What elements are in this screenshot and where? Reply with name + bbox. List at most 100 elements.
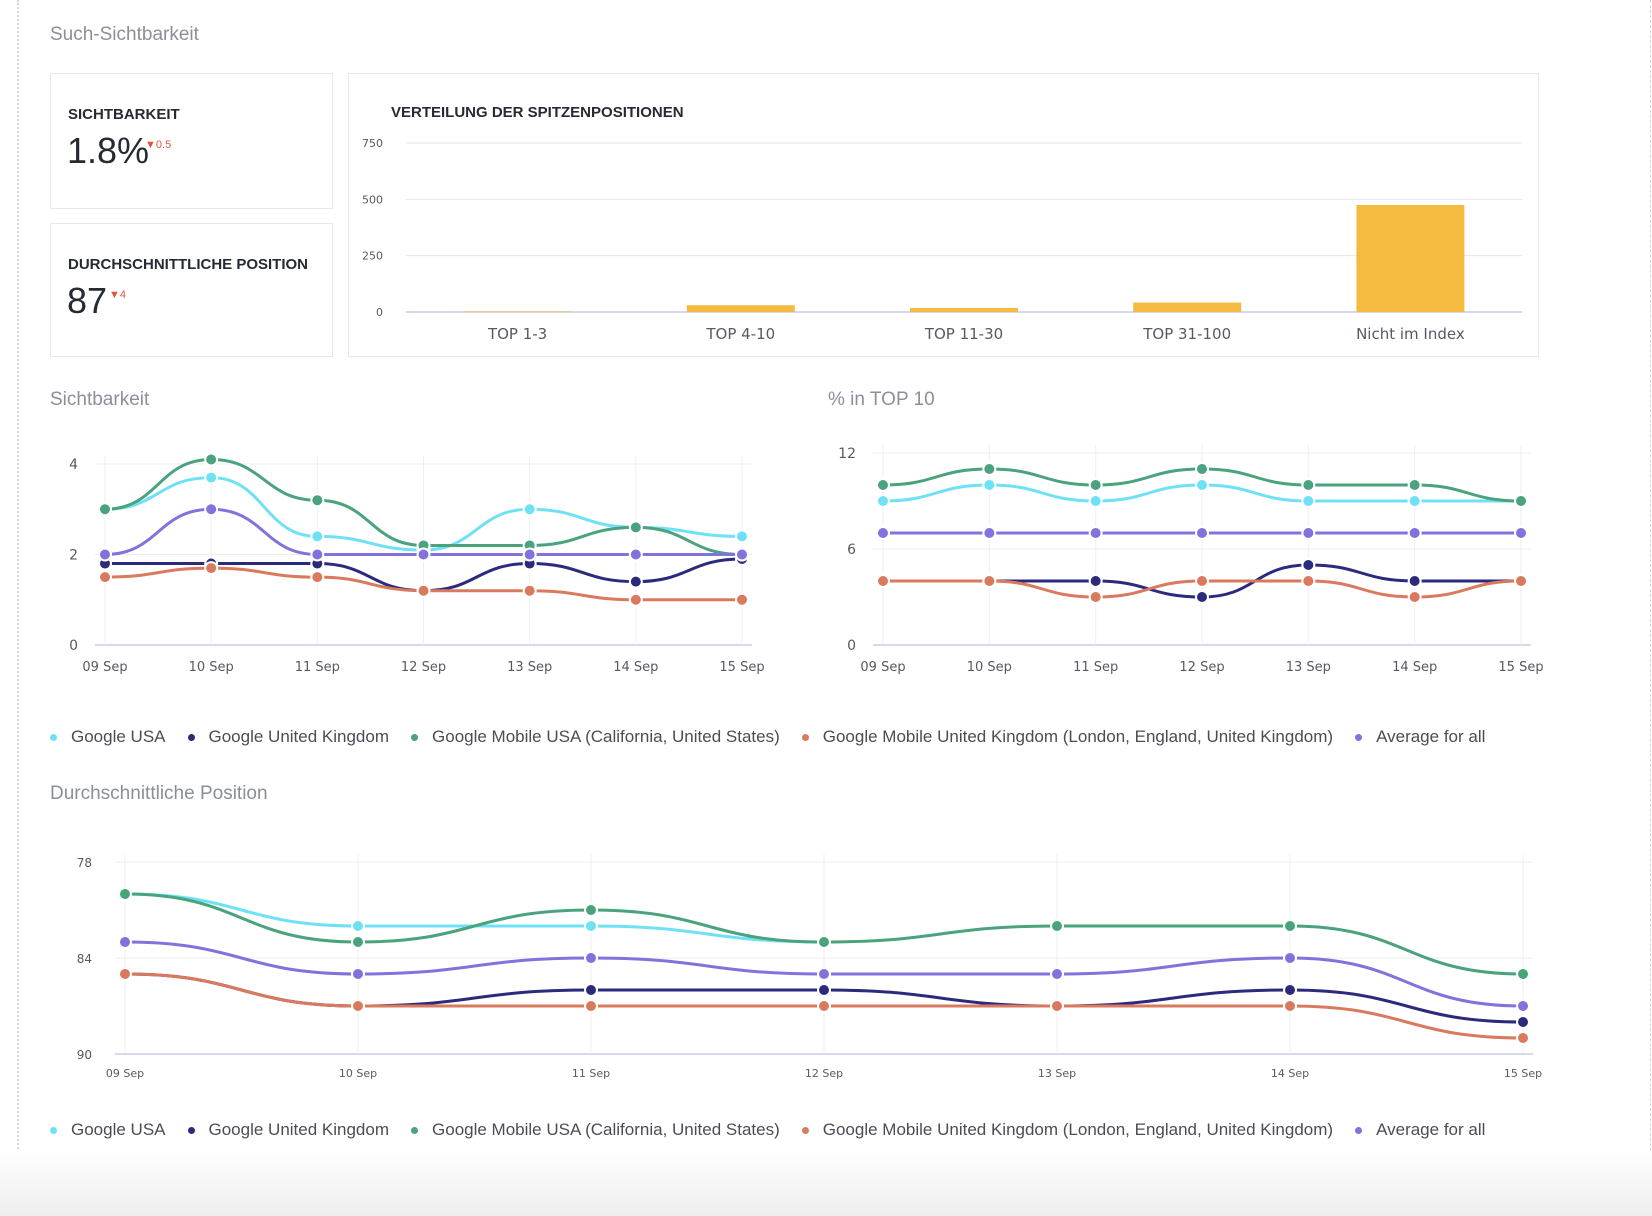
data-point — [735, 529, 749, 544]
data-point — [1195, 590, 1209, 604]
y-tick-label: 750 — [362, 137, 383, 150]
legend-item[interactable]: Google USA — [50, 1120, 166, 1140]
data-point — [1050, 919, 1064, 933]
data-point — [1088, 590, 1103, 604]
y-tick-label: 0 — [69, 638, 78, 654]
legend-item[interactable]: Google USA — [50, 727, 166, 747]
legend-dot — [1355, 1126, 1363, 1134]
x-tick-label: 13 Sep — [507, 660, 552, 675]
x-tick-label: 09 Sep — [82, 660, 127, 675]
y-tick-label: 250 — [362, 250, 383, 263]
x-tick-label: 09 Sep — [106, 1067, 144, 1080]
data-point — [1516, 967, 1530, 981]
data-point — [1301, 558, 1316, 572]
data-point — [1283, 999, 1297, 1013]
legend-bottom: Google USA Google United Kingdom Google … — [50, 1120, 1507, 1140]
x-tick-label: 11 Sep — [295, 660, 340, 675]
legend-dot — [187, 733, 195, 741]
data-point — [351, 919, 365, 933]
data-point — [351, 999, 365, 1013]
y-tick-label: 84 — [77, 952, 92, 966]
legend-item[interactable]: Google United Kingdom — [187, 727, 389, 747]
data-point — [1088, 526, 1103, 540]
data-point — [1088, 478, 1103, 492]
data-point — [1050, 999, 1064, 1013]
legend-dot — [411, 1126, 419, 1134]
data-point — [1195, 478, 1209, 492]
data-point — [628, 574, 643, 589]
x-tick-label: 14 Sep — [1271, 1067, 1309, 1080]
data-point — [118, 967, 132, 981]
y-tick-label: 0 — [847, 638, 856, 654]
data-point — [118, 887, 132, 901]
data-point — [982, 526, 997, 540]
data-point — [98, 547, 112, 562]
data-point — [1301, 494, 1316, 508]
bar — [463, 311, 572, 313]
data-point — [351, 935, 365, 949]
x-tick-label: TOP 1-3 — [487, 325, 547, 343]
legend-item[interactable]: Google Mobile United Kingdom (London, En… — [801, 727, 1333, 747]
x-tick-label: 09 Sep — [860, 660, 905, 675]
distribution-bar-chart: 0 250 500 750 TOP 1-3 TOP 4-10 TOP 11-30 TOP 31… — [69, 137, 1544, 1080]
data-point — [584, 983, 598, 997]
data-point — [204, 502, 219, 517]
x-tick-label: 11 Sep — [572, 1067, 610, 1080]
data-point — [1088, 574, 1103, 588]
legend-dot — [1355, 733, 1363, 741]
data-point — [817, 999, 831, 1013]
x-tick-label: TOP 31-100 — [1142, 325, 1231, 343]
data-point — [1514, 574, 1528, 588]
legend-item[interactable]: Google Mobile USA (California, United St… — [411, 1120, 780, 1140]
y-tick-label: 6 — [847, 542, 856, 558]
x-tick-label: 14 Sep — [613, 660, 658, 675]
data-point — [1516, 1015, 1530, 1029]
data-point — [1407, 494, 1422, 508]
x-tick-label: 13 Sep — [1038, 1067, 1076, 1080]
data-point — [351, 967, 365, 981]
legend-item[interactable]: Google Mobile United Kingdom (London, En… — [801, 1120, 1333, 1140]
data-point — [982, 462, 997, 476]
data-point — [584, 951, 598, 965]
y-tick-label: 90 — [77, 1048, 92, 1062]
x-tick-label: 10 Sep — [967, 660, 1012, 675]
data-point — [584, 999, 598, 1013]
bar — [910, 307, 1018, 312]
data-point — [1301, 478, 1316, 492]
data-point — [98, 502, 112, 517]
data-point — [1301, 574, 1316, 588]
legend-dot — [187, 1126, 195, 1134]
bar — [1133, 302, 1242, 312]
data-point — [1050, 967, 1064, 981]
data-point — [817, 967, 831, 981]
data-point — [522, 547, 537, 562]
data-point — [817, 983, 831, 997]
y-tick-label: 12 — [838, 446, 856, 462]
data-point — [1283, 951, 1297, 965]
data-point — [584, 903, 598, 917]
bar — [686, 305, 795, 312]
x-tick-label: 10 Sep — [339, 1067, 377, 1080]
data-point — [876, 494, 890, 508]
data-point — [735, 547, 749, 562]
data-point — [310, 493, 325, 508]
x-tick-label: Nicht im Index — [1356, 325, 1465, 343]
legend-item[interactable]: Google United Kingdom — [187, 1120, 389, 1140]
data-point — [1407, 478, 1422, 492]
top10-chart-title: % in TOP 10 — [828, 389, 935, 410]
data-point — [1195, 574, 1209, 588]
x-tick-label: 13 Sep — [1286, 660, 1331, 675]
data-point — [310, 529, 325, 544]
data-point — [1514, 494, 1528, 508]
legend-item[interactable]: Google Mobile USA (California, United St… — [411, 727, 780, 747]
legend-item[interactable]: Average for all — [1355, 1120, 1485, 1140]
data-point — [522, 502, 537, 517]
data-point — [1283, 983, 1297, 997]
x-tick-label: 12 Sep — [805, 1067, 843, 1080]
legend-item[interactable]: Average for all — [1355, 727, 1485, 747]
data-point — [522, 583, 537, 598]
data-point — [416, 583, 431, 598]
x-tick-label: 12 Sep — [401, 660, 446, 675]
data-point — [204, 452, 219, 467]
data-point — [876, 574, 890, 588]
